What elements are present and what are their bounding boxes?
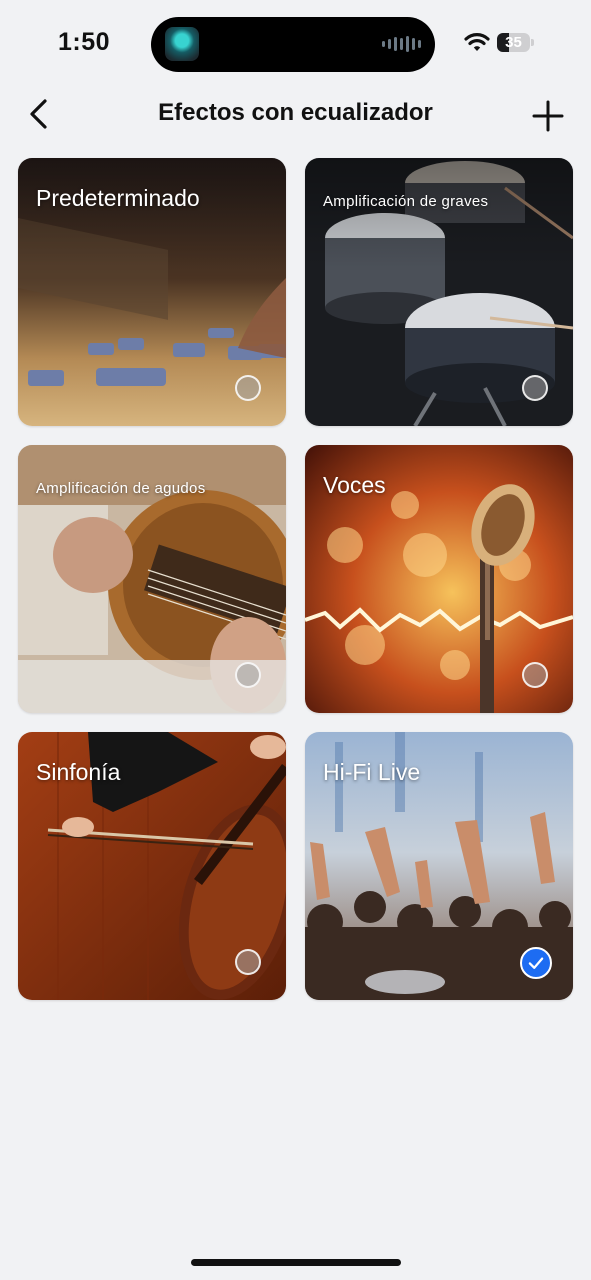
preset-card-hifi-live[interactable]: Hi-Fi Live [305, 732, 573, 1000]
battery-level: 35 [505, 34, 522, 51]
preset-label: Predeterminado [36, 185, 200, 211]
status-bar: 1:50 35 [0, 0, 591, 86]
radio-unselected-icon[interactable] [235, 949, 261, 975]
preset-card-amplificacion-agudos[interactable]: Amplificación de agudos [18, 445, 286, 713]
battery-indicator: 35 [497, 33, 534, 52]
status-time: 1:50 [58, 28, 111, 56]
preset-label: Amplificación de graves [323, 193, 489, 210]
home-indicator[interactable] [191, 1259, 401, 1266]
audio-waveform-icon [382, 36, 421, 52]
radio-unselected-icon[interactable] [522, 662, 548, 688]
preset-label: Hi-Fi Live [323, 759, 421, 785]
preset-label: Amplificación de agudos [36, 480, 206, 497]
radio-unselected-icon[interactable] [235, 375, 261, 401]
dynamic-island[interactable] [151, 17, 435, 72]
page-title: Efectos con ecualizador [158, 99, 433, 126]
add-button[interactable] [526, 94, 570, 138]
preset-card-voces[interactable]: Voces [305, 445, 573, 713]
preset-card-amplificacion-graves[interactable]: Amplificación de graves [305, 158, 573, 426]
navigation-bar: Efectos con ecualizador [0, 88, 591, 140]
preset-label: Voces [323, 472, 386, 498]
preset-label: Sinfonía [36, 759, 121, 785]
wifi-icon [464, 33, 490, 51]
radio-unselected-icon[interactable] [522, 375, 548, 401]
radio-unselected-icon[interactable] [235, 662, 261, 688]
checkmark-selected-icon[interactable] [520, 947, 552, 979]
preset-card-predeterminado[interactable]: Predeterminado [18, 158, 286, 426]
now-playing-app-icon [165, 27, 199, 61]
preset-card-sinfonia[interactable]: Sinfonía [18, 732, 286, 1000]
